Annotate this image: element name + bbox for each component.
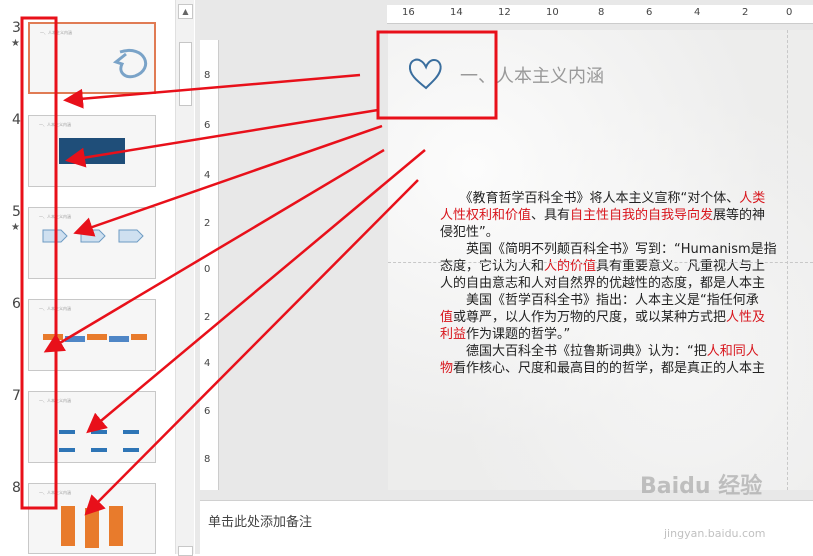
paragraph-1: 《教育哲学百科全书》将人本主义宣称“对个体、人类 xyxy=(440,190,813,207)
scroll-down-icon[interactable] xyxy=(178,546,193,556)
slide-thumbnail-7[interactable]: 一、人本主义内涵 xyxy=(28,391,156,463)
text-run: 或尊严，以人作为万物的尺度，或以某种方式把 xyxy=(453,310,727,325)
ruler-mark: 4 xyxy=(204,358,211,369)
ruler-mark: 2 xyxy=(742,7,749,18)
ruler-mark: 6 xyxy=(204,406,211,417)
text-run: 美国《哲学百科全书》指出：人本主义是“指任何承 xyxy=(466,293,759,308)
cards-graphic-icon xyxy=(61,506,123,548)
slide-title[interactable]: 一、人本主义内涵 xyxy=(460,62,604,88)
text-run: 德国大百科全书《拉鲁斯词典》认为：“把 xyxy=(466,344,707,359)
slide-number: 7 xyxy=(12,388,21,404)
animation-star-icon: ★ xyxy=(11,222,20,233)
text-run: 《教育哲学百科全书》将人本主义宣称“对个体、 xyxy=(466,191,740,206)
slide-thumbnail-6[interactable]: 一、人本主义内涵 xyxy=(28,299,156,371)
highlight-text: 自主性自我的自我导向发 xyxy=(570,208,714,223)
slide-thumbnail-8[interactable]: 一、人本主义内涵 xyxy=(28,483,156,554)
ruler-mark: 0 xyxy=(204,264,211,275)
scroll-up-icon[interactable]: ▲ xyxy=(178,4,193,19)
ruler-mark: 16 xyxy=(402,7,415,18)
thumbnail-scrollbar[interactable]: ▲ xyxy=(175,0,194,556)
ruler-mark: 14 xyxy=(450,7,463,18)
ruler-mark: 8 xyxy=(598,7,605,18)
slide-number: 3 xyxy=(12,20,21,36)
paragraph-3-line-3: 利益作为课题的哲学。” xyxy=(440,326,813,343)
ruler-mark: 6 xyxy=(646,7,653,18)
chevron-arrows-icon xyxy=(42,229,144,243)
horizontal-guide xyxy=(388,262,813,263)
text-run: 看作核心、尺度和最高目的的哲学，都是真正的人本主 xyxy=(453,361,766,376)
highlight-text: 人类 xyxy=(739,191,766,206)
table-graphic-icon xyxy=(59,430,139,452)
ruler-mark: 10 xyxy=(546,7,559,18)
timeline-icon xyxy=(43,334,147,342)
ruler-mark: 4 xyxy=(204,170,211,181)
content-box xyxy=(59,138,125,164)
paragraph-1-line-2: 人性权利和价值、具有自主性自我的自我导向发展等的神 xyxy=(440,207,813,224)
highlight-text: 利益 xyxy=(440,327,467,342)
slide-thumbnail-4[interactable]: 一、人本主义内涵 xyxy=(28,115,156,187)
ruler-mark: 2 xyxy=(204,218,211,229)
ruler-mark: 0 xyxy=(786,7,793,18)
slide-number: 8 xyxy=(12,480,21,496)
text-run: 作为课题的哲学。” xyxy=(466,327,571,342)
arrow-graphic-icon xyxy=(112,48,148,79)
text-run: 英国《简明不列颠百科全书》写到：“Humanism是指 xyxy=(466,242,777,257)
highlight-text: 物 xyxy=(440,361,454,376)
thumbnail-title: 一、人本主义内涵 xyxy=(39,122,71,127)
slide-canvas[interactable]: 一、人本主义内涵 《教育哲学百科全书》将人本主义宣称“对个体、人类 人性权利和价… xyxy=(388,30,813,490)
slide-body-text[interactable]: 《教育哲学百科全书》将人本主义宣称“对个体、人类 人性权利和价值、具有自主性自我… xyxy=(440,190,813,377)
ruler-mark: 8 xyxy=(204,454,211,465)
heart-icon xyxy=(408,58,442,90)
text-run: 侵犯性”。 xyxy=(440,225,499,240)
slide-number: 5 xyxy=(12,204,21,220)
text-run: 人的自由意志和人对自然界的优越性的态度，都是人本主 xyxy=(440,276,766,291)
watermark-url: jingyan.baidu.com xyxy=(664,527,766,540)
ruler-mark: 12 xyxy=(498,7,511,18)
highlight-text: 值 xyxy=(440,310,454,325)
notes-placeholder[interactable]: 单击此处添加备注 xyxy=(208,511,312,530)
text-run: 展等的神 xyxy=(713,208,766,223)
paragraph-3-line-2: 值或尊严，以人作为万物的尺度，或以某种方式把人性及 xyxy=(440,309,813,326)
slide-number: 4 xyxy=(12,112,21,128)
paragraph-4-line-2: 物看作核心、尺度和最高目的的哲学，都是真正的人本主 xyxy=(440,360,813,377)
ruler-mark: 4 xyxy=(694,7,701,18)
highlight-text: 人和同人 xyxy=(706,344,759,359)
slide-thumbnail-pane: 3 ★ 一、人本主义内涵 4 一、人本主义内涵 5 ★ 一、人本主义内涵 6 一… xyxy=(0,0,195,554)
scrollbar-thumb[interactable] xyxy=(179,42,192,106)
paragraph-2-line-2: 态度，它认为人和人的价值具有重要意义。凡重视人与上 xyxy=(440,258,813,275)
paragraph-1-line-3: 侵犯性”。 xyxy=(440,224,813,241)
slide-thumbnail-5[interactable]: 一、人本主义内涵 xyxy=(28,207,156,279)
slide-thumbnail-3[interactable]: 一、人本主义内涵 xyxy=(28,22,156,94)
ruler-mark: 8 xyxy=(204,70,211,81)
animation-star-icon: ★ xyxy=(11,38,20,49)
paragraph-4: 德国大百科全书《拉鲁斯词典》认为：“把人和同人 xyxy=(440,343,813,360)
highlight-text: 人性及 xyxy=(726,310,766,325)
highlight-text: 人性权利和价值 xyxy=(440,208,532,223)
slide-number: 6 xyxy=(12,296,21,312)
paragraph-2-line-3: 人的自由意志和人对自然界的优越性的态度，都是人本主 xyxy=(440,275,813,292)
horizontal-ruler: 16 14 12 10 8 6 4 2 0 xyxy=(387,5,813,24)
ruler-mark: 2 xyxy=(204,312,211,323)
text-run: 、具有 xyxy=(531,208,571,223)
vertical-ruler: 8 6 4 2 0 2 4 6 8 xyxy=(200,40,219,490)
paragraph-2: 英国《简明不列颠百科全书》写到：“Humanism是指 xyxy=(440,241,813,258)
watermark-logo: Baidu 经验 xyxy=(640,474,763,499)
ruler-mark: 6 xyxy=(204,120,211,131)
vertical-guide xyxy=(787,30,788,490)
paragraph-3: 美国《哲学百科全书》指出：人本主义是“指任何承 xyxy=(440,292,813,309)
